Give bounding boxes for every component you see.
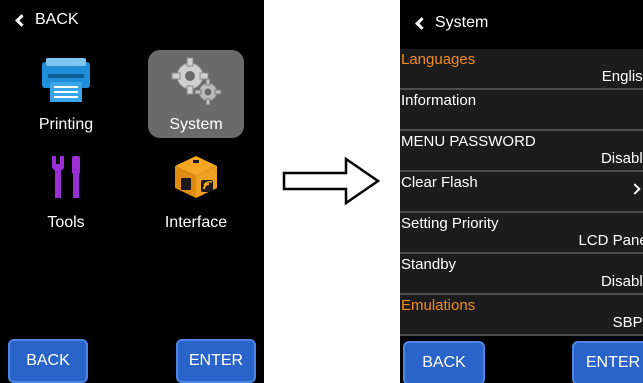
enter-button[interactable]: ENTER (572, 341, 643, 383)
setting-name: MENU PASSWORD (401, 133, 536, 150)
enter-button[interactable]: ENTER (176, 339, 256, 383)
setting-value: English (601, 68, 643, 85)
printer-icon (42, 58, 90, 102)
system-header[interactable]: System (400, 0, 643, 46)
tile-system[interactable]: System (148, 50, 244, 138)
chevron-left-icon (415, 16, 428, 30)
setting-value: Disable (600, 150, 643, 167)
setting-name: Clear Flash (401, 174, 478, 191)
transition-arrow-icon (282, 157, 381, 205)
settings-list: Languages English Information MENU PASSW… (400, 49, 643, 336)
tile-printing[interactable]: Printing (18, 50, 114, 138)
setting-row-clear-flash[interactable]: Clear Flash (400, 172, 643, 213)
setting-row-information[interactable]: Information (400, 90, 643, 131)
chevron-right-icon (629, 183, 641, 195)
tile-tools[interactable]: Tools (18, 148, 114, 236)
back-link-label: BACK (35, 11, 79, 28)
back-button[interactable]: BACK (8, 339, 88, 383)
tile-tools-label: Tools (47, 214, 85, 231)
chevron-left-icon (15, 13, 28, 27)
tools-icon (52, 156, 80, 198)
interface-box-icon (175, 156, 217, 198)
setting-row-languages[interactable]: Languages English (400, 49, 643, 90)
setting-row-menu-password[interactable]: MENU PASSWORD Disable (400, 131, 643, 172)
main-menu-screen: BACK Printing System Tools Interface BAC… (0, 0, 264, 383)
setting-row-setting-priority[interactable]: Setting Priority LCD Panel (400, 213, 643, 254)
setting-name: Setting Priority (401, 215, 499, 232)
back-button[interactable]: BACK (403, 341, 485, 383)
setting-name: Emulations (401, 297, 476, 314)
setting-value: LCD Panel (578, 232, 643, 249)
tile-interface-label: Interface (164, 214, 228, 231)
setting-row-emulations[interactable]: Emulations SBPL (400, 295, 643, 336)
setting-value: SBPL (612, 314, 643, 331)
setting-name: Standby (401, 256, 457, 273)
setting-value: Disable (600, 273, 643, 290)
setting-name: Information (401, 92, 477, 109)
tile-interface[interactable]: Interface (148, 148, 244, 236)
system-menu-screen: System Languages English Information MEN… (400, 0, 643, 383)
gears-icon (171, 57, 222, 106)
back-link[interactable]: BACK (0, 0, 264, 40)
tile-system-label: System (169, 116, 223, 133)
setting-name: Languages (401, 51, 476, 68)
page-title: System (435, 14, 489, 31)
setting-row-standby[interactable]: Standby Disable (400, 254, 643, 295)
tile-printing-label: Printing (38, 116, 94, 133)
